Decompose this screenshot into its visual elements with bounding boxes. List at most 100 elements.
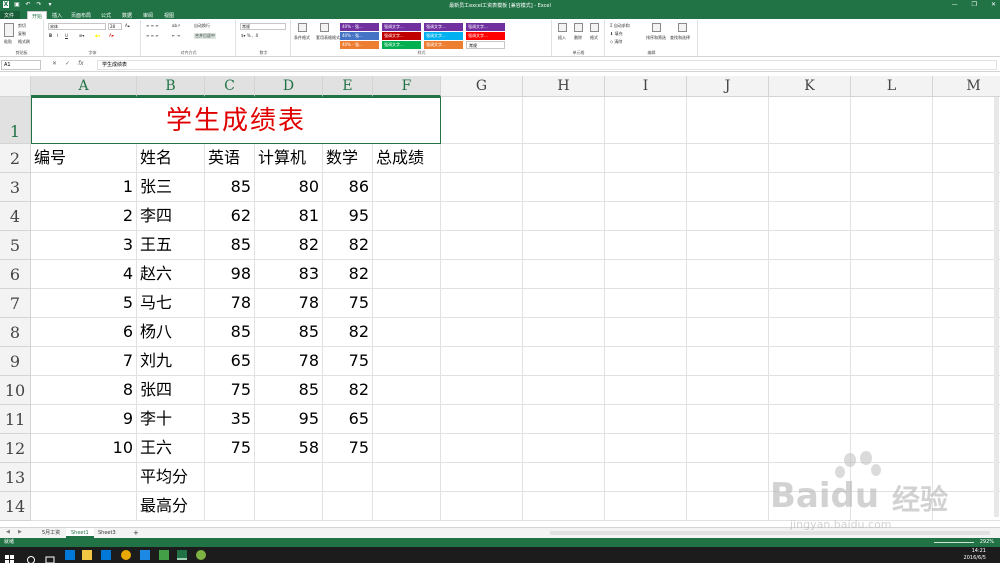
borders-icon[interactable]: ⊞▾ [79, 33, 84, 38]
add-sheet-button[interactable]: + [128, 528, 144, 538]
minimize-button[interactable]: — [952, 1, 958, 8]
grid-cell[interactable] [769, 173, 851, 202]
grid-cell[interactable] [441, 318, 523, 347]
merge-center-button[interactable]: 合并后居中 [194, 33, 216, 39]
row-header-2[interactable]: 2 [0, 144, 31, 173]
grid-cell[interactable] [605, 347, 687, 376]
data-cell[interactable]: 86 [323, 173, 373, 202]
data-cell[interactable]: 85 [205, 231, 255, 260]
sort-filter-button[interactable]: 排序和筛选 [646, 35, 666, 41]
data-cell[interactable]: 95 [255, 405, 323, 434]
grid-cell[interactable] [933, 144, 1000, 173]
row-header-10[interactable]: 10 [0, 376, 31, 405]
grid-cell[interactable] [933, 347, 1000, 376]
grid-cell[interactable] [31, 463, 137, 492]
column-header-l[interactable]: L [851, 76, 933, 97]
data-cell[interactable]: 65 [205, 347, 255, 376]
cell-style-swatch[interactable]: 40% - 强... [340, 32, 379, 40]
data-cell[interactable]: 1 [31, 173, 137, 202]
data-cell[interactable]: 李十 [137, 405, 205, 434]
grid-cell[interactable] [933, 173, 1000, 202]
grid-cell[interactable] [255, 463, 323, 492]
grid-cell[interactable] [605, 492, 687, 521]
cell-style-swatch[interactable]: 强调文字... [424, 32, 463, 40]
column-header-j[interactable]: J [687, 76, 769, 97]
grid-cell[interactable] [687, 173, 769, 202]
grid-cell[interactable] [441, 289, 523, 318]
grid-cell[interactable] [373, 434, 441, 463]
data-cell[interactable]: 82 [323, 318, 373, 347]
fill-color-icon[interactable]: ◆▾ [95, 33, 100, 38]
system-clock[interactable]: 14:21 2016/6/5 [964, 548, 986, 562]
grid-cell[interactable] [769, 376, 851, 405]
next-sheet-icon[interactable]: ▶ [18, 529, 22, 535]
data-cell[interactable]: 85 [255, 376, 323, 405]
wechat-icon[interactable] [196, 550, 206, 560]
data-cell[interactable]: 58 [255, 434, 323, 463]
grid-cell[interactable] [769, 202, 851, 231]
close-button[interactable]: ✕ [991, 1, 996, 8]
format-cells-icon[interactable] [590, 23, 599, 32]
data-cell[interactable]: 6 [31, 318, 137, 347]
row-header-6[interactable]: 6 [0, 260, 31, 289]
store-icon[interactable] [101, 550, 111, 560]
autosum-button[interactable]: Σ 自动求和 [610, 23, 630, 29]
grid-cell[interactable] [441, 173, 523, 202]
grid-cell[interactable] [523, 144, 605, 173]
data-cell[interactable]: 78 [255, 289, 323, 318]
summary-label-cell[interactable]: 平均分 [137, 463, 205, 492]
grid-cell[interactable] [687, 144, 769, 173]
grid-cell[interactable] [605, 434, 687, 463]
data-cell[interactable]: 王五 [137, 231, 205, 260]
data-cell[interactable]: 82 [255, 231, 323, 260]
grid-cell[interactable] [851, 144, 933, 173]
grid-cell[interactable] [373, 318, 441, 347]
grid-cell[interactable] [769, 289, 851, 318]
grid-cell[interactable] [441, 97, 523, 144]
data-cell[interactable]: 3 [31, 231, 137, 260]
data-cell[interactable]: 75 [205, 434, 255, 463]
grid-cell[interactable] [687, 463, 769, 492]
cell-style-swatch[interactable]: 强调文字... [466, 23, 505, 31]
grid-cell[interactable] [523, 463, 605, 492]
grid-cell[interactable] [687, 405, 769, 434]
data-cell[interactable]: 85 [255, 318, 323, 347]
grid-cell[interactable] [933, 260, 1000, 289]
wrap-text-button[interactable]: 自动换行 [194, 23, 210, 29]
header-cell[interactable]: 英语 [205, 144, 255, 173]
grid-cell[interactable] [323, 492, 373, 521]
grid-cell[interactable] [933, 376, 1000, 405]
grid-cell[interactable] [769, 231, 851, 260]
cancel-icon[interactable]: ✕ [52, 60, 57, 67]
tab-view[interactable]: 视图 [160, 11, 178, 19]
grid-cell[interactable] [373, 463, 441, 492]
header-cell[interactable]: 计算机 [255, 144, 323, 173]
data-cell[interactable]: 张四 [137, 376, 205, 405]
grid-cell[interactable] [523, 260, 605, 289]
find-select-button[interactable]: 查找和选择 [670, 35, 690, 41]
paste-button[interactable]: 粘贴 [4, 39, 12, 45]
column-header-a[interactable]: A [31, 76, 137, 97]
column-header-g[interactable]: G [441, 76, 523, 97]
grid-cell[interactable] [373, 376, 441, 405]
align-top-icon[interactable]: ≡ ≡ ≡ [146, 23, 159, 28]
grid-cell[interactable] [605, 231, 687, 260]
file-explorer-icon[interactable] [82, 550, 92, 560]
data-cell[interactable]: 82 [323, 260, 373, 289]
insert-cells-icon[interactable] [558, 23, 567, 32]
search-icon[interactable] [26, 550, 36, 563]
format-painter-button[interactable]: 格式刷 [18, 39, 30, 45]
grid-cell[interactable] [605, 405, 687, 434]
grid-cell[interactable] [851, 289, 933, 318]
row-header-13[interactable]: 13 [0, 463, 31, 492]
data-cell[interactable]: 7 [31, 347, 137, 376]
cell-style-swatch[interactable]: 强调文字... [424, 41, 463, 49]
format-as-table-button[interactable]: 套用表格格式 [316, 35, 340, 41]
copy-button[interactable]: 复制 [18, 31, 26, 37]
data-cell[interactable]: 95 [323, 202, 373, 231]
grid-cell[interactable] [687, 97, 769, 144]
grid-cell[interactable] [441, 434, 523, 463]
grid-cell[interactable] [441, 376, 523, 405]
enter-icon[interactable]: ✓ [65, 60, 70, 67]
grid-cell[interactable] [605, 202, 687, 231]
